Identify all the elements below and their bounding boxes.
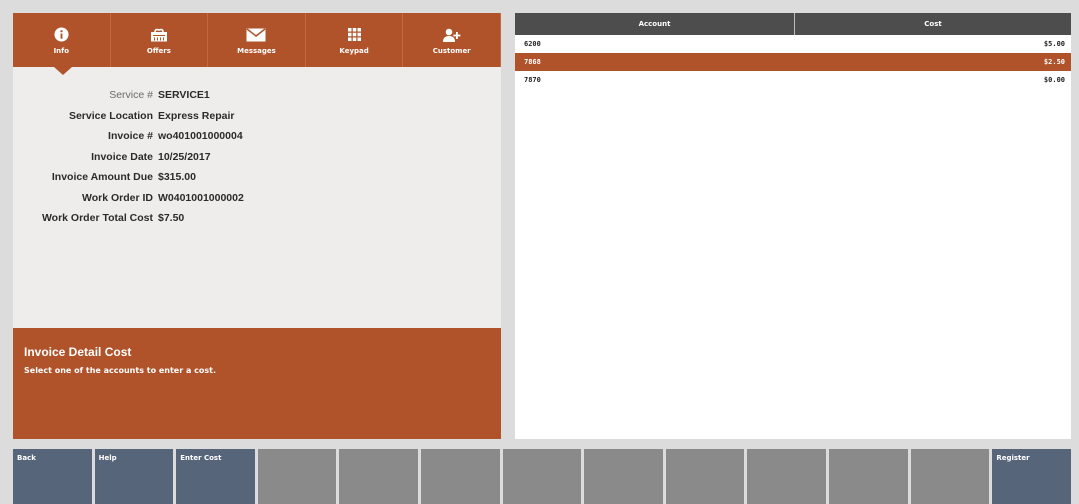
- detail-row-work-order-id: Work Order ID W0401001000002: [13, 188, 501, 209]
- table-header: Account Cost: [515, 13, 1071, 35]
- cost-cell: $0.00: [1043, 76, 1065, 84]
- prompt-title: Invoice Detail Cost: [24, 345, 132, 359]
- empty-function-key: [747, 449, 827, 504]
- table-row[interactable]: 7870 $0.00: [515, 71, 1071, 89]
- work-order-total-cost-value: $7.50: [158, 212, 185, 225]
- tab-customer[interactable]: Customer: [403, 13, 501, 67]
- invoice-date-label: Invoice Date: [91, 150, 153, 163]
- detail-row-invoice-date: Invoice Date 10/25/2017: [13, 147, 501, 168]
- tab-offers-label: Offers: [146, 46, 171, 55]
- detail-row-location: Service Location Express Repair: [13, 106, 501, 127]
- help-button[interactable]: Help: [94, 449, 174, 504]
- info-icon: [54, 26, 69, 44]
- account-cell: 7870: [524, 76, 541, 84]
- back-button[interactable]: Back: [13, 449, 92, 504]
- service-number-value: SERVICE1: [158, 89, 210, 102]
- cost-cell: $5.00: [1043, 40, 1065, 48]
- service-location-label: Service Location: [68, 109, 153, 122]
- prompt-text: Select one of the accounts to enter a co…: [24, 366, 216, 375]
- tab-keypad-label: Keypad: [339, 46, 369, 55]
- empty-function-key: [829, 449, 908, 504]
- empty-function-key: [584, 449, 663, 504]
- detail-row-amount-due: Invoice Amount Due $315.00: [13, 167, 501, 188]
- invoice-amount-due-value: $315.00: [158, 171, 196, 184]
- account-cell: 6200: [524, 40, 541, 48]
- empty-function-key: [257, 449, 337, 504]
- invoice-amount-due-label: Invoice Amount Due: [51, 171, 153, 184]
- tab-info[interactable]: Info: [13, 13, 111, 67]
- service-details: Service # SERVICE1 Service Location Expr…: [13, 67, 501, 229]
- work-order-id-value: W0401001000002: [158, 191, 244, 204]
- invoice-number-label: Invoice #: [108, 130, 153, 143]
- account-cost-table: Account Cost 6200 $5.00 7868 $2.50 7870 …: [515, 13, 1071, 439]
- empty-function-key: [339, 449, 419, 504]
- tab-keypad[interactable]: Keypad: [306, 13, 404, 67]
- active-tab-pointer: [54, 67, 72, 75]
- detail-row-invoice: Invoice # wo401001000004: [13, 126, 501, 147]
- service-location-value: Express Repair: [158, 109, 235, 122]
- info-panel: Info Offers Messages Keypad Customer Ser…: [13, 13, 501, 439]
- empty-function-key: [910, 449, 990, 504]
- empty-function-key: [502, 449, 582, 504]
- tab-info-label: Info: [53, 46, 70, 55]
- offers-icon: [150, 26, 168, 44]
- tab-customer-label: Customer: [432, 46, 471, 55]
- account-column-header: Account: [515, 13, 795, 35]
- account-cell: 7868: [524, 58, 541, 66]
- tab-offers[interactable]: Offers: [111, 13, 209, 67]
- detail-row-service: Service # SERVICE1: [13, 85, 501, 106]
- empty-function-key: [665, 449, 745, 504]
- work-order-id-label: Work Order ID: [82, 191, 153, 204]
- tab-bar: Info Offers Messages Keypad Customer: [13, 13, 501, 75]
- tab-messages-label: Messages: [237, 46, 276, 55]
- enter-cost-button[interactable]: Enter Cost: [176, 449, 255, 504]
- table-row-selected[interactable]: 7868 $2.50: [515, 53, 1071, 71]
- add-customer-icon: [442, 26, 461, 44]
- tab-messages[interactable]: Messages: [208, 13, 306, 67]
- envelope-icon: [246, 26, 266, 44]
- prompt-message-box: Invoice Detail Cost Select one of the ac…: [13, 328, 501, 439]
- table-row[interactable]: 6200 $5.00: [515, 35, 1071, 53]
- detail-row-total-cost: Work Order Total Cost $7.50: [13, 208, 501, 229]
- service-number-label: Service #: [109, 89, 153, 102]
- cost-column-header: Cost: [924, 20, 942, 28]
- invoice-date-value: 10/25/2017: [158, 150, 211, 163]
- invoice-number-value: wo401001000004: [158, 130, 243, 143]
- function-key-bar: Back Help Enter Cost Register: [13, 449, 1071, 504]
- empty-function-key: [421, 449, 500, 504]
- keypad-icon: [347, 26, 361, 44]
- work-order-total-cost-label: Work Order Total Cost: [41, 212, 153, 225]
- register-button[interactable]: Register: [992, 449, 1071, 504]
- cost-cell: $2.50: [1043, 58, 1065, 66]
